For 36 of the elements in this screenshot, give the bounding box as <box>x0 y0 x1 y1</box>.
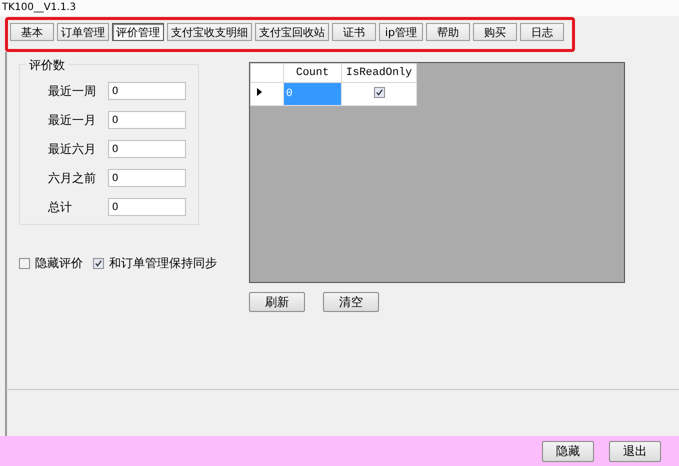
tab[interactable]: 基本 <box>10 23 54 41</box>
tab[interactable]: 帮助 <box>426 23 470 41</box>
tab[interactable]: 支付宝回收站 <box>255 23 329 41</box>
column-header: Count <box>284 64 342 82</box>
group-title: 评价数 <box>26 57 68 74</box>
checkbox-label: 和订单管理保持同步 <box>109 255 217 272</box>
tab[interactable]: 订单管理 <box>57 23 109 41</box>
footer-button[interactable]: 隐藏 <box>542 440 594 462</box>
tab[interactable]: 评价管理 <box>112 23 164 41</box>
checkbox[interactable] <box>93 258 104 269</box>
checkbox-label: 隐藏评价 <box>35 255 83 272</box>
field-label: 六月之前 <box>48 170 97 186</box>
input-field[interactable]: 0 <box>108 198 186 216</box>
footer-button[interactable]: 退出 <box>609 440 661 462</box>
tab[interactable]: 证书 <box>332 23 376 41</box>
action-button[interactable]: 刷新 <box>249 292 305 312</box>
window-title: TK100__V1.1.3 <box>2 2 76 13</box>
field-label: 总计 <box>48 198 73 216</box>
header-cell <box>250 64 284 82</box>
tab[interactable]: 购买 <box>473 23 517 41</box>
checkbox[interactable] <box>19 258 30 269</box>
column-header: IsReadOnly <box>342 64 417 82</box>
input-field[interactable]: 0 <box>108 111 186 129</box>
tab[interactable]: 支付宝收支明细 <box>167 23 252 41</box>
input-field[interactable]: 0 <box>108 140 186 158</box>
action-button[interactable]: 清空 <box>323 292 379 312</box>
checkbox[interactable] <box>374 87 384 98</box>
field-label: 最近一周 <box>48 82 97 100</box>
tab[interactable]: 日志 <box>520 23 564 41</box>
input-field[interactable]: 0 <box>108 169 186 187</box>
input-field[interactable]: 0 <box>108 82 186 100</box>
field-label: 最近六月 <box>48 140 97 158</box>
tab[interactable]: ip管理 <box>379 23 423 41</box>
current-row-icon <box>257 88 262 96</box>
row-header[interactable] <box>250 82 284 106</box>
field-label: 最近一月 <box>48 112 97 128</box>
